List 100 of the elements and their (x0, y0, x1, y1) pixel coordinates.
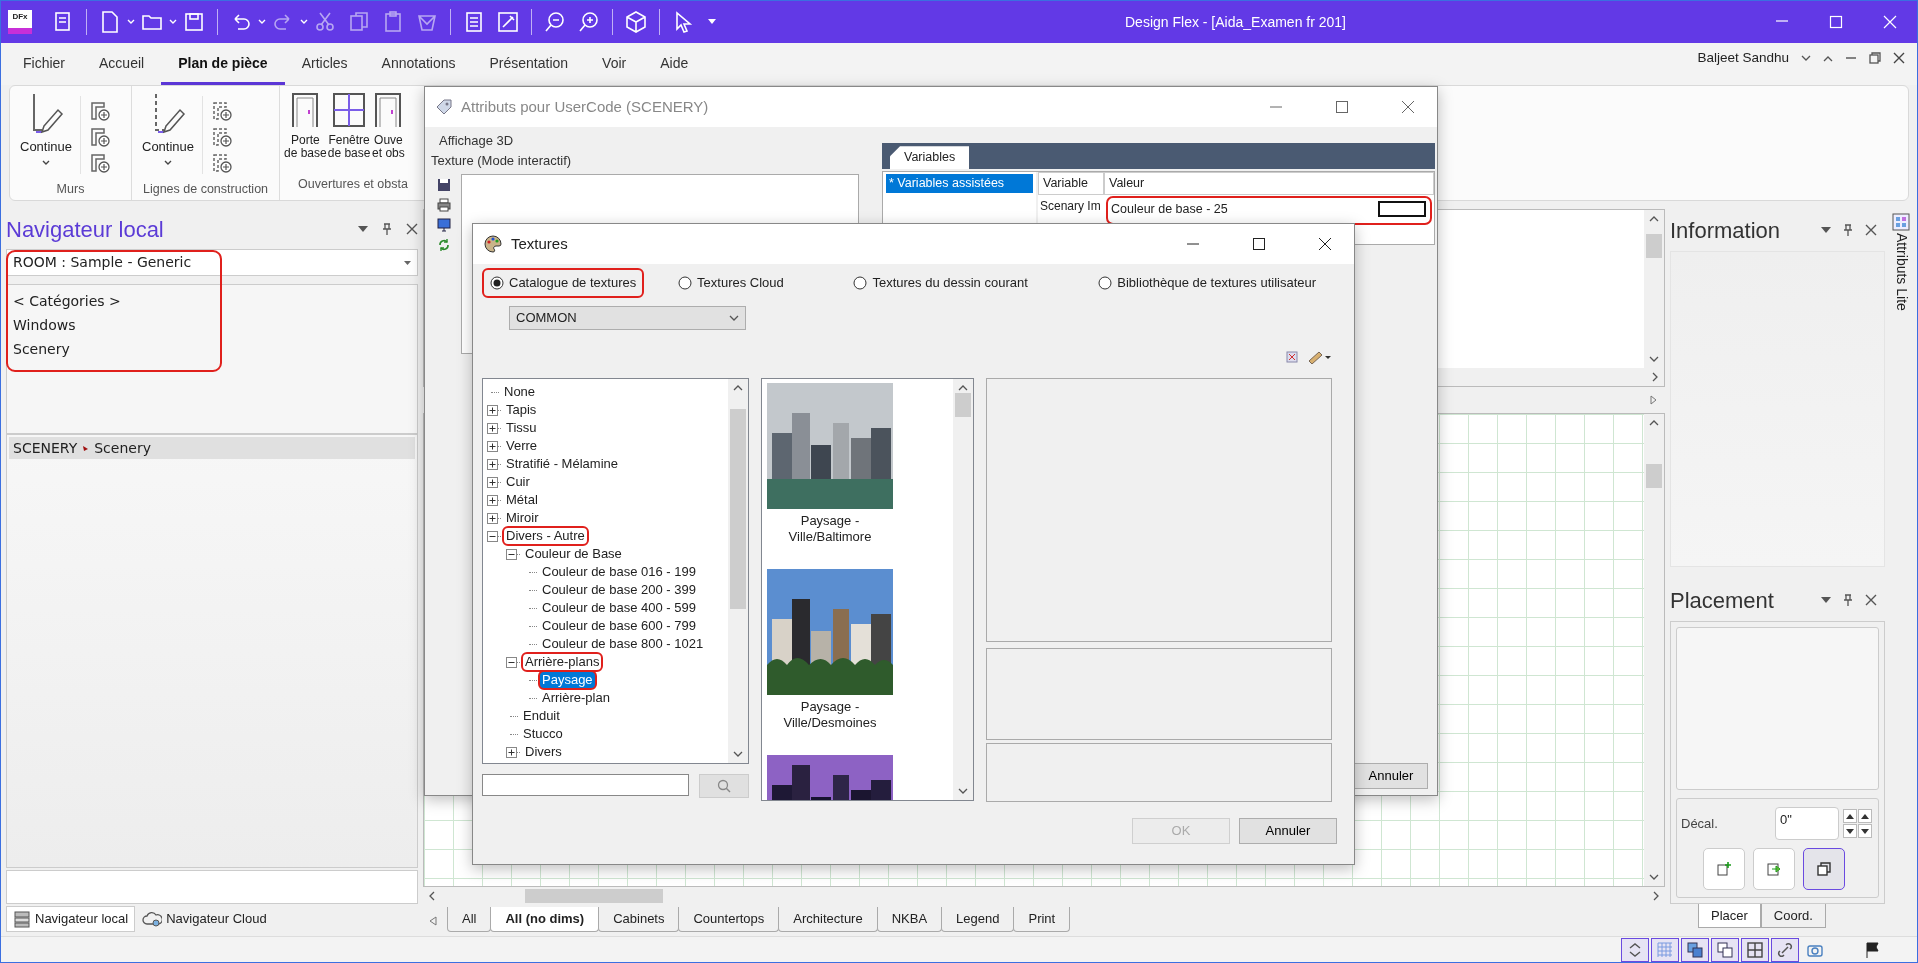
tree-item[interactable]: Cuir (502, 472, 534, 492)
user-name[interactable]: Baljeet Sandhu (1697, 47, 1789, 69)
offset-field[interactable]: 0" (1775, 807, 1839, 840)
tree-item[interactable]: Tissu (502, 418, 541, 438)
scroll-thumb[interactable] (730, 409, 746, 609)
shape-add-icon[interactable] (89, 126, 112, 148)
split-button[interactable]: Continue (16, 90, 77, 180)
ribbon-button[interactable]: Ouve et obs (371, 90, 406, 176)
collapse-icon[interactable] (487, 530, 498, 542)
scroll-down-icon[interactable] (733, 751, 743, 757)
radio-option[interactable]: Textures Cloud (670, 268, 792, 298)
scroll-up-icon[interactable] (1649, 216, 1659, 222)
scroll-right-icon[interactable] (1652, 372, 1658, 382)
scroll-up-icon[interactable] (958, 385, 968, 391)
tree-item[interactable]: Couleur de base 600 - 799 (538, 616, 700, 636)
spin-buttons[interactable] (1843, 809, 1872, 838)
expand-icon[interactable] (487, 440, 498, 452)
shape-add-icon[interactable] (211, 100, 234, 122)
library-dropdown[interactable]: COMMON (509, 306, 746, 330)
split-button[interactable]: Continue (138, 90, 199, 180)
radio-icon[interactable] (678, 276, 693, 290)
ribbon-tab[interactable]: Accueil (82, 53, 162, 85)
category-item[interactable]: Scenery (13, 337, 70, 361)
caret-icon[interactable] (404, 260, 411, 265)
scroll-up-icon[interactable] (1649, 420, 1659, 426)
panel-tab[interactable]: Navigateur local (6, 906, 136, 932)
category-item[interactable]: < Catégories > (13, 289, 121, 313)
filter-dropdown[interactable]: ROOM : Sample - Generic (6, 249, 418, 276)
tree-item[interactable]: Couleur de Base (521, 544, 626, 564)
shape-add-icon[interactable] (211, 126, 234, 148)
radio-icon[interactable] (853, 276, 868, 290)
tree-item[interactable]: Couleur de base 016 - 199 (538, 562, 700, 582)
tree-item[interactable]: Paysage (538, 670, 597, 690)
status-toggle[interactable] (1681, 937, 1709, 962)
tree-item[interactable]: Divers - Autre (502, 526, 589, 546)
scroll-down-icon[interactable] (958, 788, 968, 794)
expand-icon[interactable] (487, 458, 498, 470)
tree-item[interactable]: Tapis (502, 400, 541, 420)
expand-icon[interactable] (487, 404, 498, 416)
scroll-down-icon[interactable] (1649, 874, 1659, 880)
pin-icon[interactable] (1843, 224, 1853, 236)
ribbon-tab[interactable]: Voir (585, 53, 644, 85)
save-icon[interactable] (182, 10, 206, 34)
save-icon[interactable] (437, 178, 451, 192)
tree-item[interactable]: Couleur de base 400 - 599 (538, 598, 700, 618)
shape-add-icon[interactable] (89, 152, 112, 174)
vertical-scrollbar[interactable] (1644, 210, 1664, 368)
scroll-down-icon[interactable] (1649, 356, 1659, 362)
sheet-tab[interactable]: Print (1013, 906, 1071, 932)
dropdown-icon[interactable] (358, 226, 368, 232)
sheet-tab[interactable]: All (447, 906, 492, 932)
radio-option[interactable]: Bibliothèque de textures utilisateur (1090, 268, 1325, 298)
scroll-left-icon[interactable] (429, 891, 435, 901)
grid-icon[interactable] (1892, 213, 1910, 231)
side-tab[interactable]: Attributs Lite (1890, 233, 1912, 311)
refresh-icon[interactable] (437, 238, 451, 252)
scroll-thumb[interactable] (955, 393, 971, 417)
zoom-icon[interactable] (577, 10, 601, 34)
vertical-scrollbar[interactable] (1644, 414, 1664, 886)
tree-item[interactable]: Divers (521, 742, 566, 762)
action-button[interactable] (1803, 848, 1845, 890)
expand-icon[interactable] (487, 476, 498, 488)
panel-tab[interactable]: Placer (1698, 903, 1761, 928)
status-toggle[interactable] (1621, 937, 1649, 962)
scroll-thumb[interactable] (1646, 234, 1662, 258)
shape-add-icon[interactable] (211, 152, 234, 174)
tree-item[interactable]: Stratifié - Mélamine (502, 454, 622, 474)
edit-icon[interactable] (496, 10, 520, 34)
status-toggle[interactable] (1741, 937, 1769, 962)
cancel-button[interactable]: Annuler (1239, 818, 1337, 844)
radio-icon[interactable] (1098, 276, 1113, 290)
close-icon[interactable] (1318, 237, 1332, 251)
radio-option[interactable]: Catalogue de textures (482, 268, 645, 298)
dialog-tab[interactable]: Variables (890, 146, 970, 169)
tree-item[interactable]: Miroir (502, 508, 543, 528)
list-item[interactable]: * Variables assistées (886, 174, 1033, 193)
dropdown-icon[interactable] (1821, 227, 1831, 233)
close-icon[interactable] (406, 223, 418, 235)
caret-icon[interactable] (708, 19, 716, 25)
chevron-down-icon[interactable] (729, 315, 739, 321)
expand-icon[interactable] (506, 746, 517, 758)
radio-option[interactable]: Textures du dessin courant (845, 268, 1036, 298)
scissors-icon[interactable] (313, 10, 337, 34)
shape-add-icon[interactable] (89, 100, 112, 122)
printer-icon[interactable] (437, 198, 451, 212)
tree-item[interactable]: Couleur de base 200 - 399 (538, 580, 700, 600)
image-icon[interactable] (1285, 350, 1299, 364)
list-item[interactable]: SCENERY Scenery (9, 437, 415, 459)
cube-icon[interactable] (624, 10, 648, 34)
tree-item[interactable]: Verre (502, 436, 542, 456)
pin-icon[interactable] (382, 223, 392, 235)
zoom-icon[interactable] (543, 10, 567, 34)
caret-icon[interactable] (42, 160, 50, 167)
column-header[interactable]: Valeur (1104, 172, 1434, 195)
thumbnail-caption[interactable]: Paysage - Ville/Baltimore (767, 513, 893, 545)
scroll-up-icon[interactable] (733, 385, 743, 391)
radio-icon[interactable] (490, 276, 504, 290)
search-field[interactable] (482, 774, 690, 796)
arrow-right-icon[interactable] (1650, 395, 1657, 405)
ruler-icon[interactable] (1307, 350, 1331, 364)
